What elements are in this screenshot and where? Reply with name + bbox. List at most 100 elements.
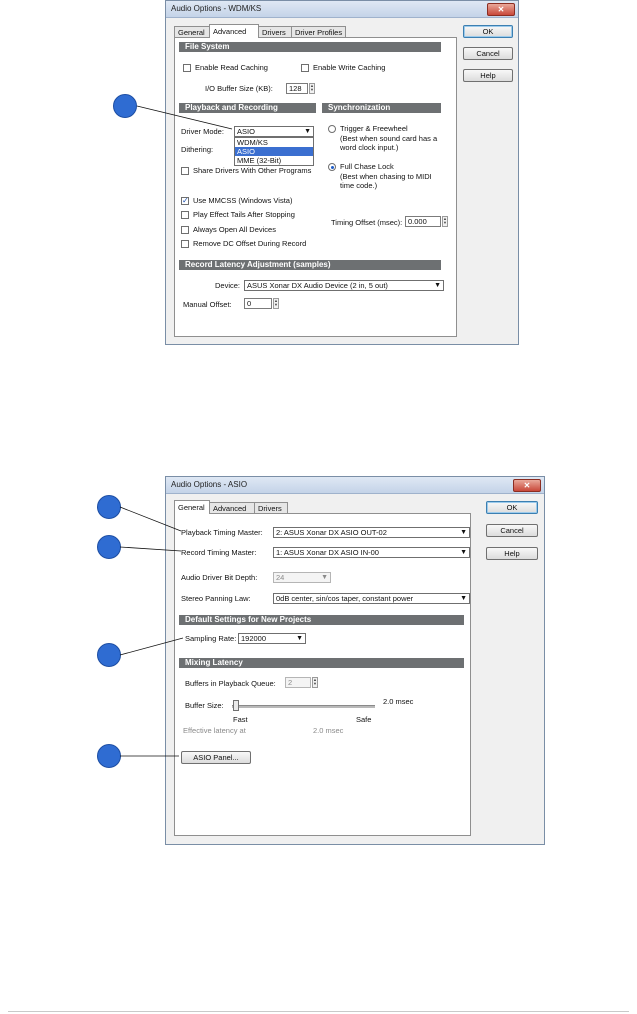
enable-write-caching-checkbox[interactable] xyxy=(301,64,309,72)
audio-options-wdmks-dialog: Audio Options - WDM/KS ✕ General Advance… xyxy=(165,0,519,345)
callout-marker-record-master xyxy=(97,535,121,559)
title-bar: Audio Options - ASIO ✕ xyxy=(166,477,544,494)
ok-button[interactable]: OK xyxy=(486,501,538,514)
tab-advanced[interactable]: Advanced xyxy=(209,24,259,38)
play-effect-tails-checkbox[interactable] xyxy=(181,211,189,219)
trigger-freewheel-radio[interactable] xyxy=(328,125,336,133)
bit-depth-value: 24 xyxy=(276,573,285,582)
chevron-down-icon: ▼ xyxy=(321,574,328,581)
cancel-button[interactable]: Cancel xyxy=(463,47,513,60)
chevron-down-icon: ▼ xyxy=(304,128,311,135)
close-icon[interactable]: ✕ xyxy=(513,479,541,492)
play-effect-tails-label: Play Effect Tails After Stopping xyxy=(193,210,295,219)
general-tab-page: Playback Timing Master: 2: ASUS Xonar DX… xyxy=(174,513,471,836)
driver-mode-option-wdmks[interactable]: WDM/KS xyxy=(235,138,313,147)
share-drivers-checkbox[interactable] xyxy=(181,167,189,175)
close-icon[interactable]: ✕ xyxy=(487,3,515,16)
device-value: ASUS Xonar DX Audio Device (2 in, 5 out) xyxy=(247,281,388,290)
manual-offset-label: Manual Offset: xyxy=(183,300,232,309)
tab-general[interactable]: General xyxy=(174,26,210,37)
page-footer-rule xyxy=(8,1011,629,1012)
device-select[interactable]: ASUS Xonar DX Audio Device (2 in, 5 out)… xyxy=(244,280,444,291)
tab-advanced[interactable]: Advanced xyxy=(209,502,255,513)
default-settings-header: Default Settings for New Projects xyxy=(179,615,464,625)
window-title: Audio Options - WDM/KS xyxy=(171,4,262,13)
driver-mode-option-mme[interactable]: MME (32-Bit) xyxy=(235,156,313,165)
file-system-header: File System xyxy=(179,42,441,52)
manual-offset-input[interactable]: 0 xyxy=(244,298,272,309)
timing-offset-label: Timing Offset (msec): xyxy=(331,218,403,227)
playback-timing-master-select[interactable]: 2: ASUS Xonar DX ASIO OUT-02 ▼ xyxy=(273,527,470,538)
io-buffer-spinner[interactable]: ▲ ▼ xyxy=(309,83,315,94)
callout-marker-1 xyxy=(113,94,137,118)
buffers-in-queue-input[interactable]: 2 xyxy=(285,677,311,688)
tab-drivers[interactable]: Drivers xyxy=(254,502,288,513)
remove-dc-checkbox[interactable] xyxy=(181,240,189,248)
tab-driver-profiles[interactable]: Driver Profiles xyxy=(291,26,346,37)
help-button[interactable]: Help xyxy=(463,69,513,82)
sampling-rate-value: 192000 xyxy=(241,634,267,643)
buffers-in-queue-label: Buffers in Playback Queue: xyxy=(185,679,276,688)
callout-marker-playback-master xyxy=(97,495,121,519)
chevron-down-icon: ▼ xyxy=(460,549,467,556)
share-drivers-label: Share Drivers With Other Programs xyxy=(193,166,312,175)
help-button[interactable]: Help xyxy=(486,547,538,560)
use-mmcss-label: Use MMCSS (Windows Vista) xyxy=(193,196,293,205)
playback-recording-header: Playback and Recording xyxy=(179,103,316,113)
fast-label: Fast xyxy=(233,715,248,724)
enable-read-caching-checkbox[interactable] xyxy=(183,64,191,72)
enable-write-caching-label: Enable Write Caching xyxy=(313,63,386,72)
driver-mode-label: Driver Mode: xyxy=(181,127,224,136)
chevron-down-icon: ▼ xyxy=(434,282,441,289)
ok-button[interactable]: OK xyxy=(463,25,513,38)
effective-latency-value: 2.0 msec xyxy=(313,726,344,735)
mixing-latency-header: Mixing Latency xyxy=(179,658,464,668)
tab-general[interactable]: General xyxy=(174,500,210,514)
buffer-size-value: 2.0 msec xyxy=(383,697,414,706)
trigger-freewheel-label: Trigger & Freewheel xyxy=(340,124,408,133)
chevron-down-icon: ▼ xyxy=(296,635,303,642)
io-buffer-input[interactable]: 128 xyxy=(286,83,308,94)
callout-marker-sampling-rate xyxy=(97,643,121,667)
record-timing-master-select[interactable]: 1: ASUS Xonar DX ASIO IN-00 ▼ xyxy=(273,547,470,558)
effective-latency-label: Effective latency at xyxy=(183,726,246,735)
buffer-size-slider-thumb[interactable] xyxy=(233,700,239,711)
remove-dc-label: Remove DC Offset During Record xyxy=(193,239,307,248)
always-open-checkbox[interactable] xyxy=(181,226,189,234)
asio-panel-button[interactable]: ASIO Panel... xyxy=(181,751,251,764)
dithering-label: Dithering: xyxy=(181,145,214,154)
driver-mode-option-asio[interactable]: ASIO xyxy=(235,147,313,156)
title-bar: Audio Options - WDM/KS ✕ xyxy=(166,1,518,18)
sampling-rate-label: Sampling Rate: xyxy=(185,634,237,643)
safe-label: Safe xyxy=(356,715,372,724)
use-mmcss-checkbox[interactable]: ✓ xyxy=(181,197,189,205)
chevron-down-icon: ▼ xyxy=(460,529,467,536)
record-timing-master-label: Record Timing Master: xyxy=(181,548,257,557)
stereo-panning-law-select[interactable]: 0dB center, sin/cos taper, constant powe… xyxy=(273,593,470,604)
io-buffer-label: I/O Buffer Size (KB): xyxy=(205,84,273,93)
chevron-down-icon: ▼ xyxy=(460,595,467,602)
buffers-in-queue-spinner[interactable]: ▲ ▼ xyxy=(312,677,318,688)
chase-note-line-2: time code.) xyxy=(340,181,378,190)
tab-drivers[interactable]: Drivers xyxy=(258,26,292,37)
buffer-size-label: Buffer Size: xyxy=(185,701,224,710)
always-open-label: Always Open All Devices xyxy=(193,225,276,234)
advanced-tab-page: File System Enable Read Caching Enable W… xyxy=(174,37,457,337)
timing-offset-spinner[interactable]: ▲ ▼ xyxy=(442,216,448,227)
callout-marker-asio-panel xyxy=(97,744,121,768)
window-title: Audio Options - ASIO xyxy=(171,480,248,489)
record-timing-master-value: 1: ASUS Xonar DX ASIO IN-00 xyxy=(276,548,379,557)
bit-depth-label: Audio Driver Bit Depth: xyxy=(181,573,258,582)
buffer-size-slider-track[interactable] xyxy=(232,705,375,708)
enable-read-caching-label: Enable Read Caching xyxy=(195,63,268,72)
stereo-panning-law-label: Stereo Panning Law: xyxy=(181,594,251,603)
cancel-button[interactable]: Cancel xyxy=(486,524,538,537)
timing-offset-input[interactable]: 0.000 xyxy=(405,216,441,227)
full-chase-lock-radio[interactable] xyxy=(328,163,336,171)
sampling-rate-select[interactable]: 192000 ▼ xyxy=(238,633,306,644)
driver-mode-dropdown: WDM/KS ASIO MME (32-Bit) xyxy=(234,137,314,166)
driver-mode-select[interactable]: ASIO ▼ xyxy=(234,126,314,137)
driver-mode-value: ASIO xyxy=(237,127,255,136)
manual-offset-spinner[interactable]: ▲ ▼ xyxy=(273,298,279,309)
bit-depth-select[interactable]: 24 ▼ xyxy=(273,572,331,583)
